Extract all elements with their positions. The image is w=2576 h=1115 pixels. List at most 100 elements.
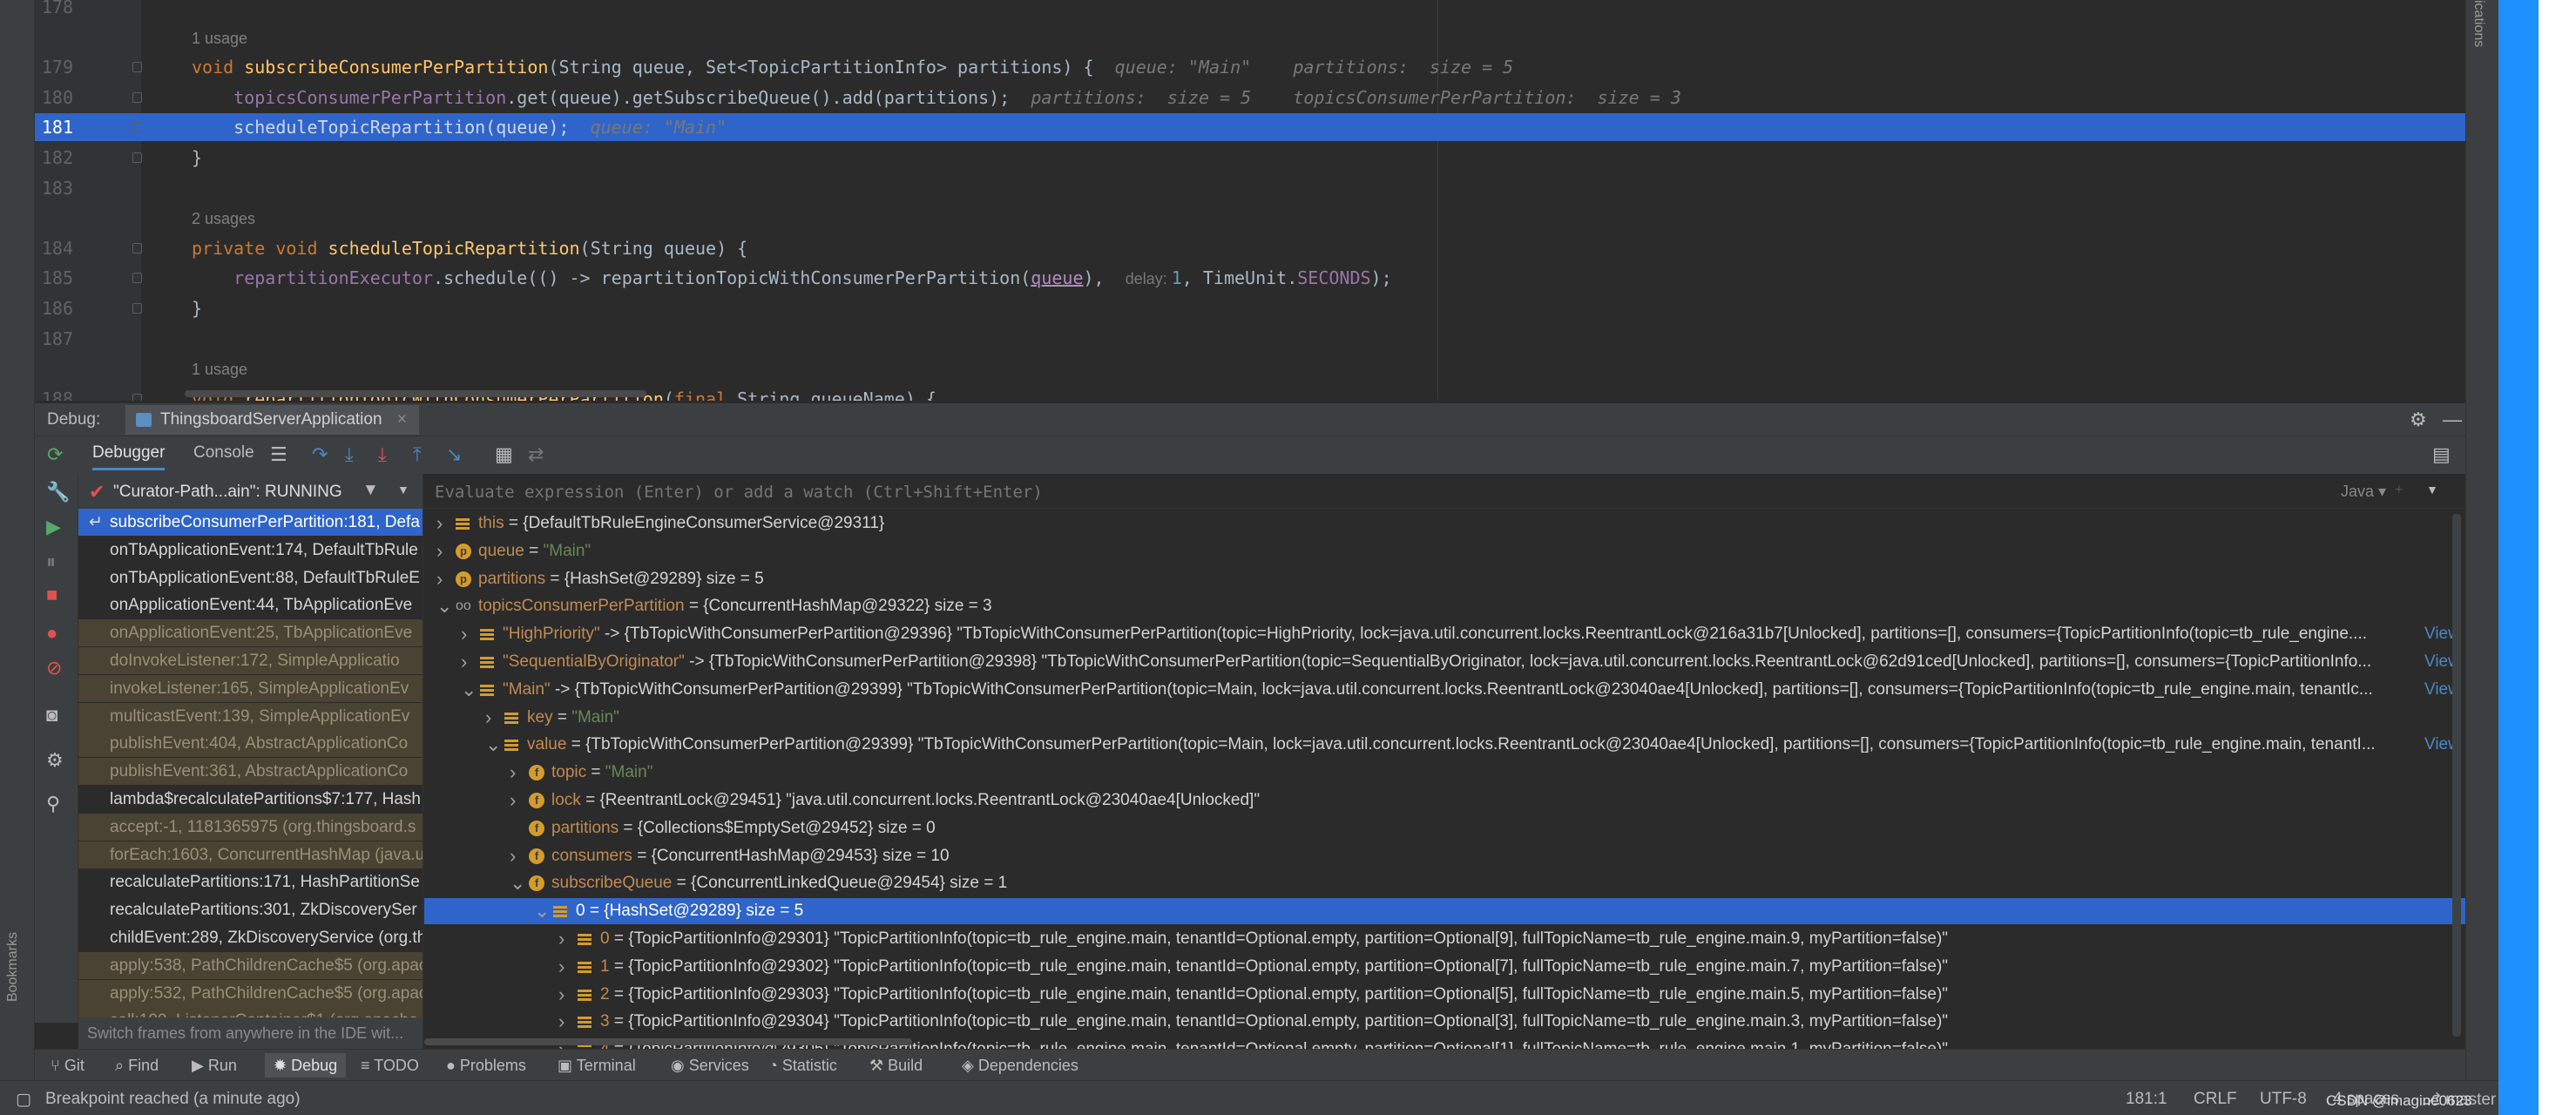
variable-row[interactable]: ⌄ "Main" -> {TbTopicWithConsumerPerPartit…	[424, 677, 2465, 703]
tab-debugger[interactable]: Debugger	[92, 443, 166, 470]
status-window-icon[interactable]: ▢	[16, 1090, 31, 1110]
add-watch-icon[interactable]: +	[2395, 483, 2403, 498]
tool-tab-debug[interactable]: ✹ Debug	[265, 1053, 347, 1078]
stack-frame[interactable]: publishEvent:404, AbstractApplicationCo	[78, 730, 423, 758]
line-number[interactable]: 183	[35, 174, 73, 202]
mute-breakpoints-icon[interactable]: ⊘	[46, 657, 62, 679]
variable-row[interactable]: › 2 = {TopicPartitionInfo@29303} "TopicPa…	[424, 982, 2465, 1008]
step-into-icon[interactable]: ⤓	[345, 443, 354, 466]
fold-marker-icon[interactable]	[132, 393, 142, 401]
tool-tab-statistic[interactable]: ◔ Statistic	[768, 1057, 837, 1075]
variable-row[interactable]: ⌄ f subscribeQueue = {ConcurrentLinkedQueu…	[424, 870, 2465, 896]
tab-console[interactable]: Console	[193, 443, 254, 463]
layout-icon[interactable]: ▤	[2432, 443, 2451, 466]
fold-marker-icon[interactable]	[132, 122, 142, 133]
stop-icon[interactable]: ■	[46, 584, 57, 606]
fold-marker-icon[interactable]	[132, 62, 142, 73]
usage-hint[interactable]: 1 usage	[35, 355, 2465, 382]
tool-tab-dependencies[interactable]: ◈ Dependencies	[962, 1057, 1078, 1075]
view-breakpoints-icon[interactable]: ●	[46, 622, 57, 645]
variable-row[interactable]: ⌄ value = {TbTopicWithConsumerPerPartitio…	[424, 732, 2465, 758]
resume-icon[interactable]: ▶	[46, 516, 61, 538]
pin-icon[interactable]: ⚲	[46, 793, 60, 815]
variable-row[interactable]: › p queue = "Main"	[424, 538, 2465, 564]
variable-row[interactable]: › f topic = "Main"	[424, 760, 2465, 786]
stack-frame[interactable]: lambda$recalculatePartitions$7:177, Hash	[78, 786, 423, 813]
code-line[interactable]: 181 scheduleTopicRepartition(queue); que…	[35, 113, 2465, 142]
bookmarks-tool-tab[interactable]: Bookmarks	[5, 932, 21, 1002]
usage-label[interactable]: 1 usage	[192, 30, 247, 47]
tool-tab-build[interactable]: ⚒ Build	[869, 1057, 923, 1075]
settings-wrench-icon[interactable]: 🔧	[46, 481, 70, 503]
usage-hint[interactable]: 1 usage	[35, 24, 2465, 51]
editor-horizontal-scrollbar[interactable]	[185, 390, 646, 397]
variable-row[interactable]: ⌄ 0 = {HashSet@29289} size = 5	[424, 898, 2465, 925]
rerun-icon[interactable]: ⟳	[47, 443, 63, 466]
file-encoding[interactable]: UTF-8	[2260, 1090, 2307, 1109]
line-number[interactable]: 187	[35, 325, 73, 353]
line-number[interactable]: 182	[35, 144, 73, 172]
filter-icon[interactable]: ▼	[362, 481, 379, 500]
line-number[interactable]: 179	[35, 53, 73, 81]
tool-tab-find[interactable]: ⌕ Find	[115, 1057, 159, 1075]
chevron-right-icon[interactable]: ›	[510, 843, 516, 869]
code-line[interactable]: 180 topicsConsumerPerPartition.get(queue…	[35, 84, 2465, 112]
chevron-right-icon[interactable]: ›	[461, 649, 467, 675]
code-line[interactable]: 183	[35, 174, 2465, 202]
chevron-down-icon[interactable]: ⌄	[510, 870, 525, 896]
thread-selector[interactable]: ✔ "Curator-Path...ain": RUNNING ▼ ▼	[78, 474, 423, 509]
usage-label[interactable]: 1 usage	[192, 361, 247, 378]
line-number[interactable]: 180	[35, 84, 73, 112]
variable-row[interactable]: › f consumers = {ConcurrentHashMap@29453} …	[424, 843, 2465, 869]
chevron-down-icon[interactable]: ▼	[397, 483, 409, 497]
chevron-right-icon[interactable]: ›	[510, 787, 516, 814]
caret-position[interactable]: 181:1	[2126, 1090, 2167, 1109]
trace-icon[interactable]: ⇄	[528, 443, 544, 466]
chevron-right-icon[interactable]: ›	[485, 705, 491, 731]
stack-frame[interactable]: forEach:1603, ConcurrentHashMap (java.u	[78, 841, 423, 868]
code-line[interactable]: 186}	[35, 294, 2465, 322]
chevron-down-icon[interactable]: ⌄	[485, 732, 501, 758]
gear-icon[interactable]: ⚙	[2410, 409, 2427, 431]
code-line[interactable]: 184 private void scheduleTopicRepartition…	[35, 234, 2465, 262]
variable-row[interactable]: › 1 = {TopicPartitionInfo@29302} "TopicPa…	[424, 954, 2465, 980]
line-number[interactable]: 181	[35, 113, 73, 141]
line-number[interactable]: 186	[35, 294, 73, 322]
stack-frame[interactable]: apply:538, PathChildrenCache$5 (org.apac	[78, 951, 423, 979]
fold-marker-icon[interactable]	[132, 91, 142, 103]
menu-icon[interactable]: ☰	[270, 443, 287, 466]
close-icon[interactable]: ×	[397, 410, 407, 429]
variable-row[interactable]: › f lock = {ReentrantLock@29451} "java.uti…	[424, 787, 2465, 814]
step-over-icon[interactable]: ↷	[312, 443, 328, 466]
variable-row[interactable]: › "SequentialByOriginator" -> {TbTopicWit…	[424, 649, 2465, 675]
stack-frame[interactable]: onApplicationEvent:44, TbApplicationEve	[78, 591, 423, 618]
debug-session-tab[interactable]: ThingsboardServerApplication ×	[125, 405, 419, 435]
line-number[interactable]: 188	[35, 385, 73, 401]
code-line[interactable]: 187	[35, 325, 2465, 353]
stack-frame[interactable]: accept:-1, 1181365975 (org.thingsboard.s	[78, 813, 423, 841]
tool-tab-services[interactable]: ◉ Services	[671, 1057, 749, 1075]
usage-label[interactable]: 2 usages	[192, 210, 255, 227]
stack-frame[interactable]: doInvokeListener:172, SimpleApplicatio	[78, 647, 423, 674]
stack-frame[interactable]: multicastEvent:139, SimpleApplicationEv	[78, 702, 423, 730]
fold-marker-icon[interactable]	[132, 273, 142, 284]
code-line[interactable]: 185 repartitionExecutor.schedule(() -> r…	[35, 264, 2465, 292]
stack-frame[interactable]: childEvent:289, ZkDiscoveryService (org.…	[78, 924, 423, 951]
line-number[interactable]: 184	[35, 234, 73, 262]
fold-marker-icon[interactable]	[132, 242, 142, 253]
chevron-right-icon[interactable]: ›	[436, 538, 443, 564]
tool-tab-todo[interactable]: ≡ TODO	[361, 1057, 419, 1075]
tool-tab-problems[interactable]: ● Problems	[446, 1057, 526, 1075]
code-line[interactable]: 179 void subscribeConsumerPerPartition(St…	[35, 53, 2465, 81]
variable-row[interactable]: f partitions = {Collections$EmptySet@2945…	[424, 815, 2465, 841]
chevron-right-icon[interactable]: ›	[558, 954, 565, 980]
chevron-right-icon[interactable]: ›	[436, 566, 443, 592]
evaluate-icon[interactable]: ▦	[495, 443, 513, 466]
stack-frame[interactable]: onApplicationEvent:25, TbApplicationEve	[78, 619, 423, 647]
chevron-down-icon[interactable]: ⌄	[436, 593, 452, 619]
tool-tab-terminal[interactable]: ▣ Terminal	[558, 1057, 636, 1075]
evaluate-expression-input[interactable]	[435, 483, 2316, 502]
line-separator[interactable]: CRLF	[2194, 1090, 2237, 1109]
stack-frame[interactable]: recalculatePartitions:171, HashPartition…	[78, 868, 423, 895]
chevron-right-icon[interactable]: ›	[510, 760, 516, 786]
